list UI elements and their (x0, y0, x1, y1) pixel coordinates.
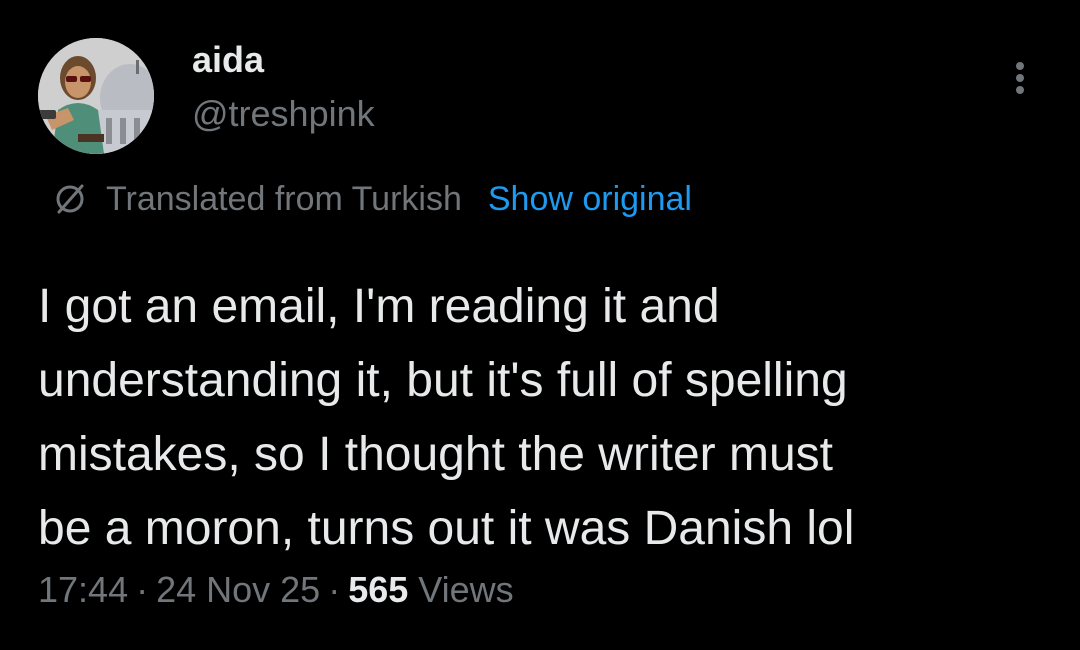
show-original-link[interactable]: Show original (488, 180, 692, 219)
views-label[interactable]: Views (418, 569, 513, 610)
meta-separator: · (328, 569, 341, 610)
more-vertical-icon[interactable] (1002, 56, 1038, 100)
display-name[interactable]: aida (192, 38, 264, 82)
user-handle[interactable]: @treshpink (192, 92, 375, 136)
tweet-line: I got an email, I'm reading it and (38, 280, 720, 333)
avatar-image (38, 38, 154, 154)
translate-icon (52, 181, 88, 217)
meta-separator: · (136, 569, 149, 610)
tweet-time[interactable]: 17:44 (38, 569, 128, 610)
views-count[interactable]: 565 (348, 569, 408, 610)
tweet-line: mistakes, so I thought the writer must (38, 428, 833, 481)
tweet-line: understanding it, but it's full of spell… (38, 354, 848, 407)
tweet-text: I got an email, I'm reading it and under… (38, 270, 1048, 566)
tweet-line: be a moron, turns out it was Danish lol (38, 502, 855, 555)
avatar[interactable] (38, 38, 154, 154)
translated-from-label: Translated from Turkish (106, 179, 462, 218)
tweet-date[interactable]: 24 Nov 25 (156, 569, 320, 610)
translation-notice: Translated from Turkish Show original (52, 176, 692, 222)
tweet-meta: 17:44 · 24 Nov 25 · 565 Views (38, 566, 514, 614)
